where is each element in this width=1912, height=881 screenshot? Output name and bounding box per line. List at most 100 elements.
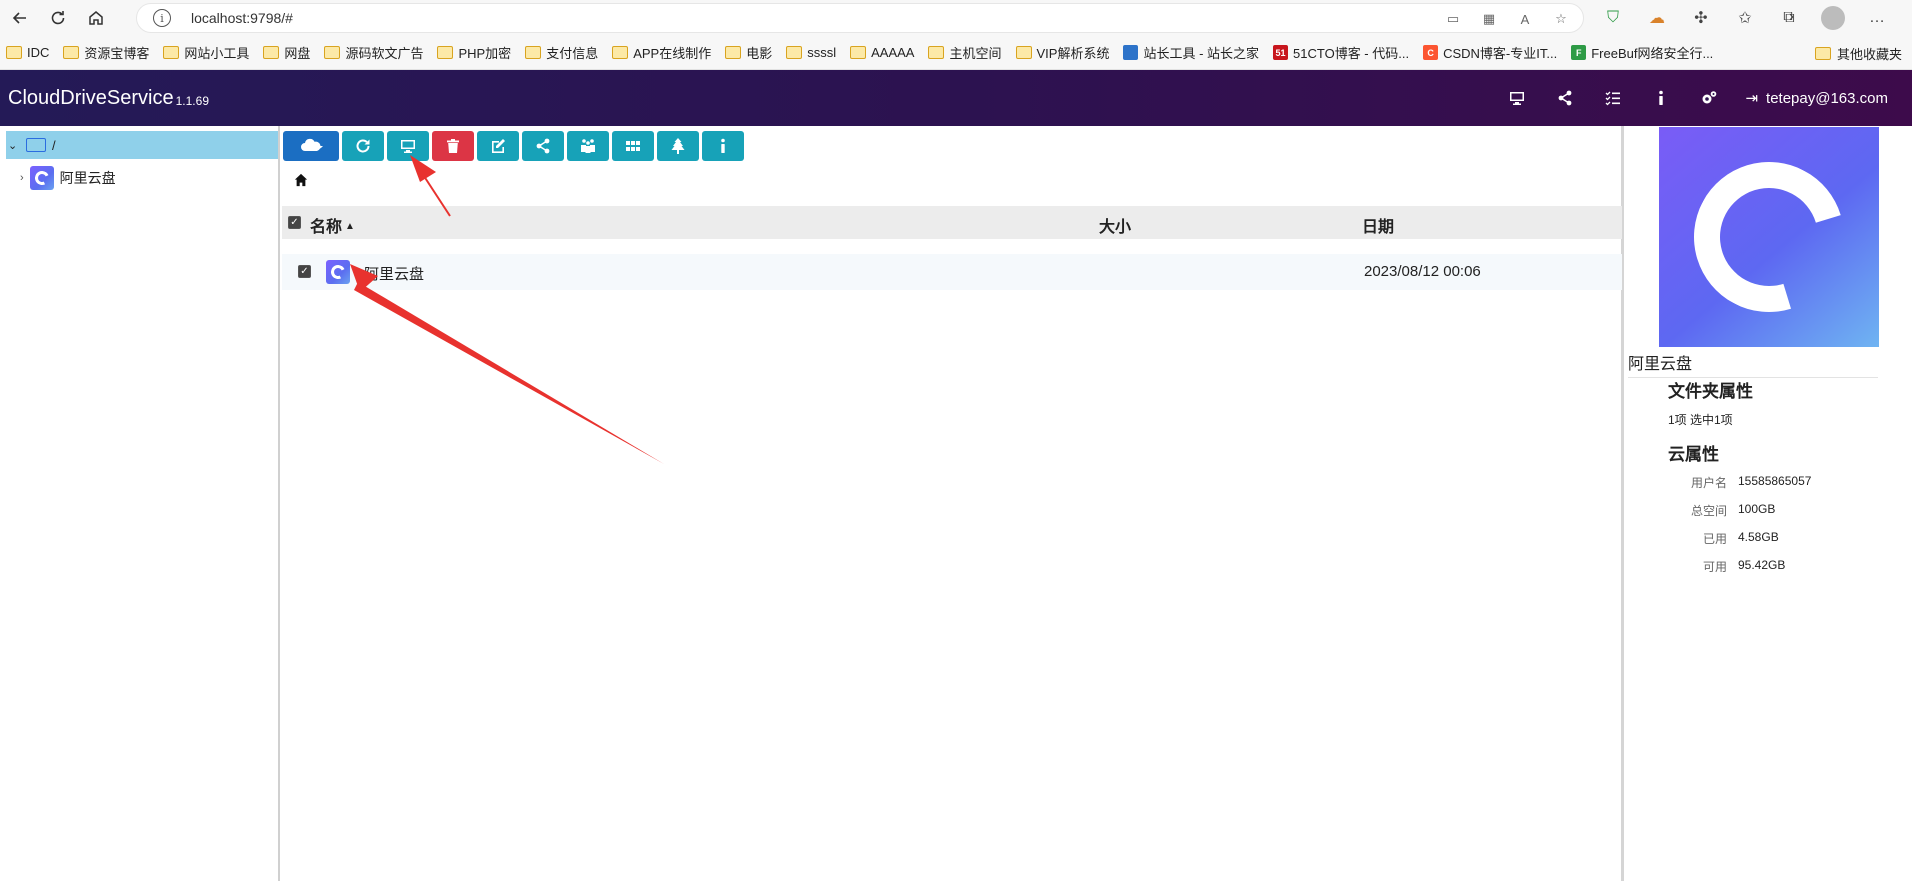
prop-key: 已用 — [1702, 532, 1727, 546]
bookmark-item[interactable]: 网盘 — [263, 43, 310, 62]
column-size[interactable]: 大小 — [1099, 213, 1131, 237]
delete-button[interactable] — [432, 131, 474, 161]
monitor-button[interactable] — [387, 131, 429, 161]
profile-avatar[interactable] — [1816, 3, 1850, 33]
bookmark-item[interactable]: 源码软文广告 — [324, 43, 423, 62]
table-row[interactable]: ✓ 阿里云盘 2023/08/12 00:06 — [282, 254, 1622, 290]
details-name: 阿里云盘 — [1628, 350, 1878, 378]
back-icon[interactable] — [2, 0, 38, 36]
bookmark-item[interactable]: 网站小工具 — [163, 43, 249, 62]
bookmark-label: 资源宝博客 — [84, 46, 150, 61]
toolbar — [283, 131, 744, 161]
share-button[interactable] — [522, 131, 564, 161]
tree-root-item[interactable]: ⌄ / — [6, 131, 278, 159]
bookmark-label: FreeBuf网络安全行... — [1591, 46, 1714, 61]
folder-icon — [63, 46, 80, 59]
grid-view-button[interactable] — [612, 131, 654, 161]
edit-button[interactable] — [477, 131, 519, 161]
members-button[interactable] — [567, 131, 609, 161]
folder-tree: ⌄ / › 阿里云盘 — [0, 126, 280, 881]
folder-stat: 1项 选中1项 — [1668, 413, 1733, 427]
app-title: CloudDriveService — [8, 86, 174, 109]
tree-item-aliyun[interactable]: › 阿里云盘 — [20, 166, 116, 190]
bookmarks-overflow-chevron-icon[interactable]: › — [1789, 0, 1794, 34]
address-url[interactable]: localhost:9798/# — [191, 10, 293, 26]
qr-code-icon[interactable]: ▦ — [1479, 9, 1499, 29]
app-available-icon[interactable]: ▭ — [1443, 9, 1463, 29]
home-nav-icon[interactable] — [78, 0, 114, 36]
task-list-icon[interactable] — [1589, 70, 1637, 126]
tree-root-label: / — [52, 137, 56, 153]
prop-row: 总空间 100GB — [1628, 502, 1775, 519]
tree-view-button[interactable] — [657, 131, 699, 161]
row-name[interactable]: 阿里云盘 — [364, 263, 424, 284]
share-icon[interactable] — [1541, 70, 1589, 126]
info-button[interactable] — [702, 131, 744, 161]
settings-gears-icon[interactable] — [1685, 70, 1733, 126]
bookmark-item[interactable]: 站长工具 - 站长之家 — [1123, 43, 1259, 62]
site-favicon-icon: F — [1571, 45, 1587, 60]
column-date[interactable]: 日期 — [1362, 213, 1394, 237]
bookmark-item[interactable]: 电影 — [725, 43, 772, 62]
folder-icon — [163, 46, 180, 59]
folder-icon — [263, 46, 280, 59]
select-all-checkbox[interactable]: ✓ — [288, 216, 301, 229]
info-icon[interactable] — [1637, 70, 1685, 126]
bookmark-label: 网站小工具 — [184, 46, 250, 61]
favorites-icon[interactable]: ✩ — [1728, 3, 1762, 33]
user-logout[interactable]: ⇥ tetepay@163.com — [1733, 89, 1912, 108]
column-name[interactable]: 名称 ▲ — [310, 213, 355, 237]
chevron-down-icon[interactable]: ⌄ — [8, 139, 22, 152]
more-menu-icon[interactable]: … — [1860, 3, 1894, 33]
bookmark-item[interactable]: C CSDN博客-专业IT... — [1423, 43, 1557, 62]
site-favicon-icon: 51 — [1273, 45, 1289, 60]
bookmark-label: ssssl — [807, 45, 837, 60]
bookmark-label: 51CTO博客 - 代码... — [1293, 46, 1410, 61]
bookmark-item[interactable]: 支付信息 — [525, 43, 598, 62]
bookmark-item[interactable]: 主机空间 — [928, 43, 1002, 62]
prop-key: 总空间 — [1690, 504, 1727, 518]
row-checkbox[interactable]: ✓ — [298, 265, 311, 278]
favorite-star-icon[interactable]: ☆ — [1551, 9, 1571, 29]
bookmark-item[interactable]: VIP解析系统 — [1015, 43, 1110, 62]
other-favorites[interactable]: 其他收藏夹 — [1814, 36, 1902, 70]
read-aloud-icon[interactable]: A — [1515, 9, 1535, 29]
bookmark-item[interactable]: F FreeBuf网络安全行... — [1571, 43, 1713, 62]
folder-icon — [6, 46, 22, 59]
site-favicon-icon — [1123, 45, 1139, 60]
bookmark-item[interactable]: 资源宝博客 — [63, 43, 149, 62]
bookmark-item[interactable]: AAAAA — [850, 45, 914, 60]
shield-extension-icon[interactable]: ⛉ — [1596, 3, 1630, 33]
app-version: 1.1.69 — [175, 94, 209, 108]
table-header: ✓ 名称 ▲ 大小 日期 — [282, 206, 1622, 239]
folder-icon — [437, 46, 454, 59]
row-date: 2023/08/12 00:06 — [1364, 263, 1481, 280]
prop-key: 可用 — [1702, 560, 1727, 574]
prop-key: 用户名 — [1690, 476, 1727, 490]
bookmark-item[interactable]: IDC — [6, 45, 49, 60]
bookmark-label: 电影 — [746, 46, 773, 61]
monitor-icon[interactable] — [1493, 70, 1541, 126]
bookmark-item[interactable]: 51 51CTO博客 - 代码... — [1273, 43, 1409, 62]
cloud-extension-icon[interactable]: ☁ — [1640, 3, 1674, 33]
cloud-menu-button[interactable] — [283, 131, 339, 161]
bookmark-label: CSDN博客-专业IT... — [1443, 46, 1558, 61]
bookmark-label: 支付信息 — [546, 46, 599, 61]
bookmark-label: 网盘 — [284, 46, 311, 61]
extensions-icon[interactable]: ✣ — [1684, 3, 1718, 33]
chevron-right-icon[interactable]: › — [20, 172, 24, 184]
breadcrumb-home-icon[interactable] — [294, 173, 310, 189]
bookmark-item[interactable]: APP在线制作 — [612, 43, 711, 62]
site-info-icon[interactable]: i — [153, 9, 171, 27]
folder-icon — [612, 46, 629, 59]
bookmark-item[interactable]: ssssl — [786, 45, 836, 60]
reload-icon[interactable] — [40, 0, 76, 36]
bookmark-item[interactable]: PHP加密 — [437, 43, 511, 62]
address-bar[interactable]: i localhost:9798/# ▭ ▦ A ☆ — [136, 3, 1584, 33]
refresh-button[interactable] — [342, 131, 384, 161]
folder-icon — [324, 46, 341, 59]
tree-item-label: 阿里云盘 — [59, 170, 116, 186]
folder-icon — [725, 46, 742, 59]
bookmark-label: VIP解析系统 — [1036, 46, 1110, 61]
folder-icon — [525, 46, 542, 59]
